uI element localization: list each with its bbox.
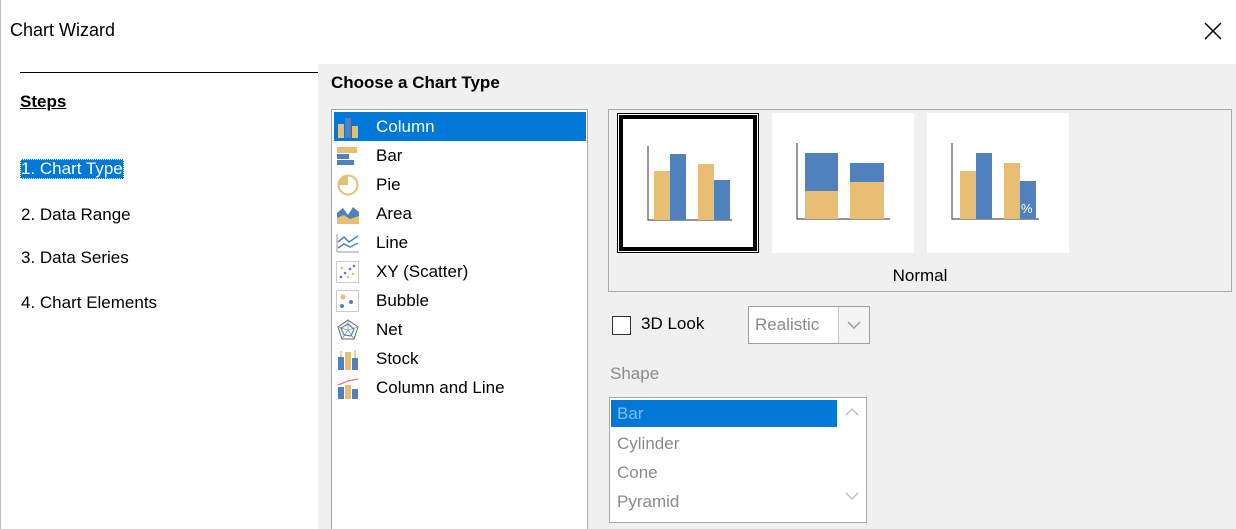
3d-look-checkbox[interactable] (612, 316, 631, 335)
chart-type-label: Line (376, 232, 409, 252)
shape-list[interactable]: Bar Cylinder Cone Pyramid (609, 397, 867, 523)
step-chart-type[interactable]: 1. Chart Type (20, 159, 124, 179)
step-chart-elements[interactable]: 4. Chart Elements (20, 293, 158, 313)
bar-chart-icon (334, 144, 362, 168)
column-line-chart-icon (334, 376, 362, 400)
area-chart-icon (334, 202, 362, 226)
chart-type-list[interactable]: Column Bar Pie Area Line XY (Scatter) Bu… (331, 109, 588, 529)
chevron-up-icon[interactable] (838, 402, 866, 422)
chart-type-label: Stock (376, 348, 419, 368)
shape-label: Shape (610, 364, 660, 383)
title-bar (0, 0, 1236, 64)
chevron-down-icon[interactable] (838, 307, 869, 343)
svg-text:%: % (1021, 201, 1033, 216)
3d-look-label: 3D Look (641, 314, 704, 334)
net-chart-icon (334, 318, 362, 342)
scatter-chart-icon (334, 260, 362, 284)
3d-scheme-value: Realistic (755, 315, 820, 334)
chart-type-pie[interactable]: Pie (334, 170, 586, 199)
chart-type-label: Bubble (376, 290, 429, 310)
bubble-chart-icon (334, 289, 362, 313)
subtype-name: Normal (892, 266, 948, 285)
chart-type-xy-scatter[interactable]: XY (Scatter) (334, 257, 586, 286)
chart-type-label: Bar (376, 145, 403, 165)
chart-type-label: Area (376, 203, 412, 223)
step-data-series[interactable]: 3. Data Series (20, 248, 130, 268)
chart-type-net[interactable]: Net (334, 315, 586, 344)
shape-option-cylinder[interactable]: Cylinder (611, 430, 837, 457)
column-chart-icon (334, 115, 362, 139)
chart-type-line[interactable]: Line (334, 228, 586, 257)
chart-type-area[interactable]: Area (334, 199, 586, 228)
shape-option-cone[interactable]: Cone (611, 459, 837, 486)
choose-chart-type-heading: Choose a Chart Type (331, 73, 500, 92)
chart-type-label: Column (376, 116, 435, 136)
chart-type-column-and-line[interactable]: Column and Line (334, 373, 586, 402)
chart-type-label: Column and Line (376, 377, 505, 397)
chart-type-stock[interactable]: Stock (334, 344, 586, 373)
subtype-normal[interactable] (617, 113, 759, 253)
stacked-column-chart-icon (796, 143, 890, 220)
chevron-down-icon[interactable] (838, 486, 866, 506)
chart-type-column[interactable]: Column (334, 112, 586, 141)
chart-type-bubble[interactable]: Bubble (334, 286, 586, 315)
chart-type-label: Net (376, 319, 403, 339)
window-title: Chart Wizard (10, 20, 116, 40)
steps-heading: Steps (20, 92, 67, 111)
line-chart-icon (334, 231, 362, 255)
shape-list-scrollbar[interactable] (838, 398, 866, 522)
normal-column-chart-icon (647, 146, 732, 221)
chart-type-bar[interactable]: Bar (334, 141, 586, 170)
close-icon (1204, 22, 1222, 40)
stock-chart-icon (334, 347, 362, 371)
close-button[interactable] (1196, 14, 1230, 48)
step-data-range[interactable]: 2. Data Range (20, 205, 132, 225)
percent-column-chart-icon: % (951, 143, 1039, 220)
steps-divider (20, 72, 318, 73)
shape-option-bar[interactable]: Bar (611, 400, 837, 427)
shape-option-pyramid[interactable]: Pyramid (611, 488, 837, 515)
subtype-stacked[interactable] (772, 113, 914, 253)
subtype-percent-stacked[interactable]: % (927, 113, 1069, 253)
chart-type-label: Pie (376, 174, 401, 194)
3d-look-label-text: 3D Look (641, 314, 705, 333)
pie-chart-icon (334, 173, 362, 197)
chart-type-label: XY (Scatter) (376, 261, 469, 281)
3d-scheme-dropdown[interactable]: Realistic (748, 306, 870, 344)
